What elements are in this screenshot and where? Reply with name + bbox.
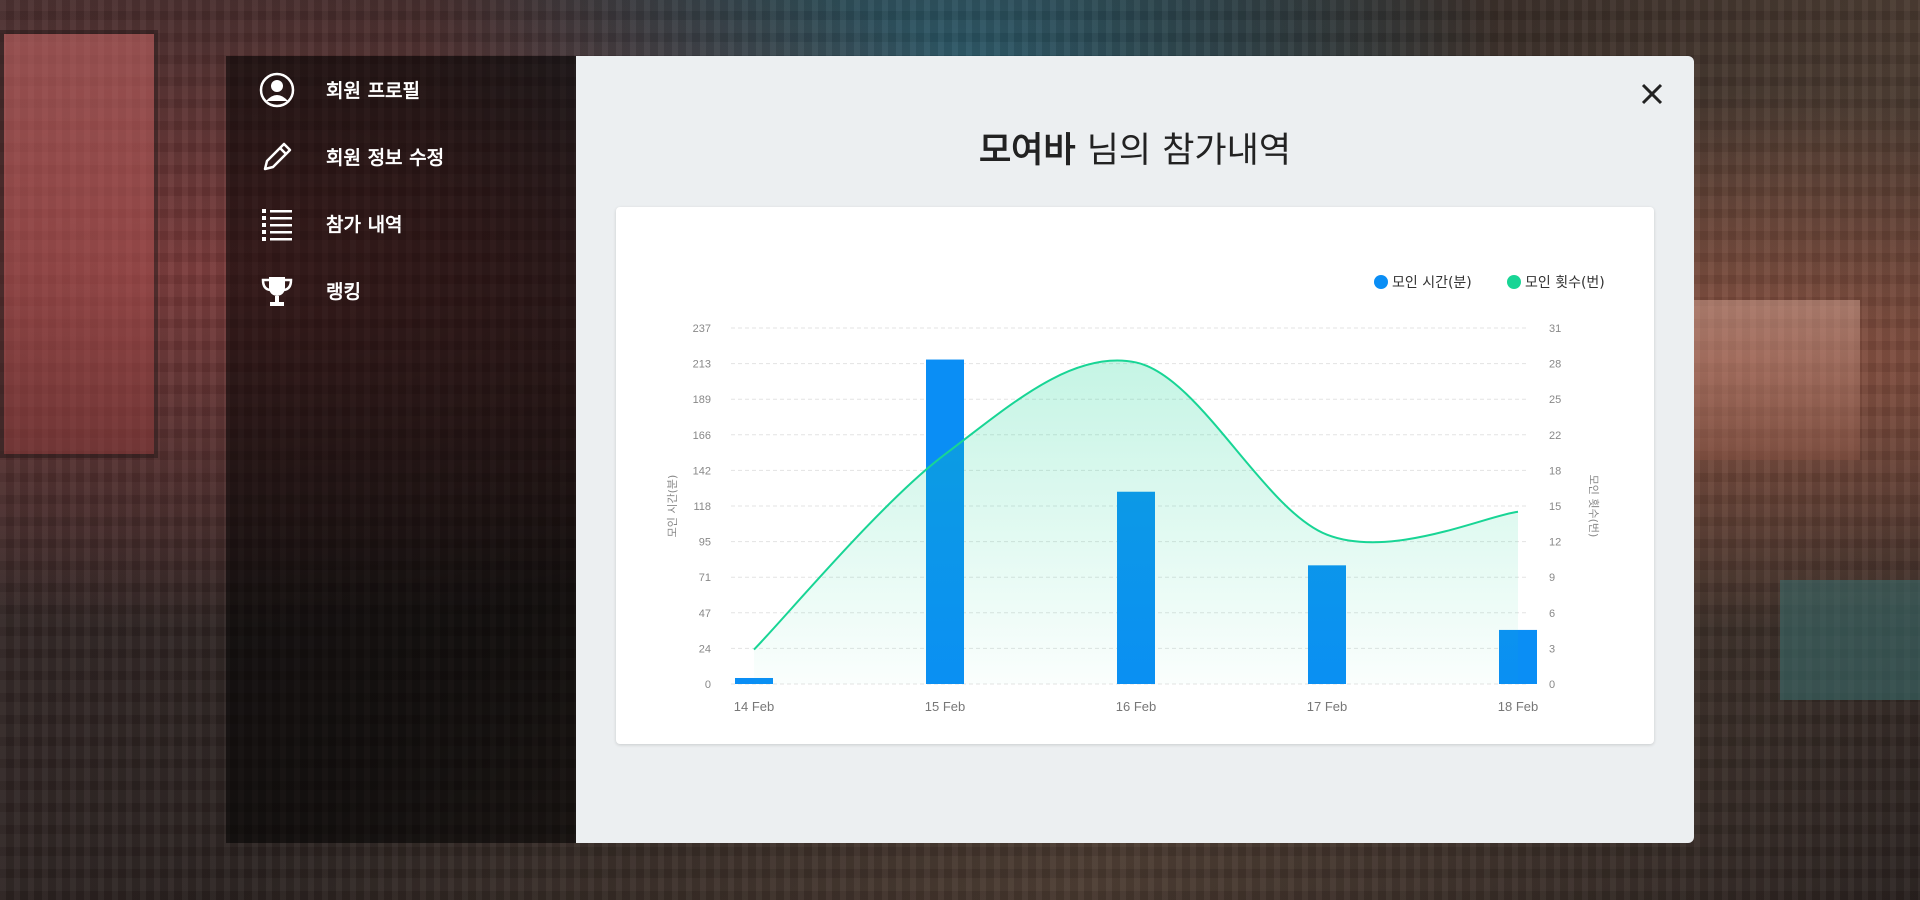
sidebar-item-edit-info[interactable]: 회원 정보 수정 <box>226 123 576 190</box>
participation-modal: 모여바 님의 참가내역 0 24 47 71 95 118 142 166 189 213 237 0… <box>576 56 1694 843</box>
sidebar-item-label: 참가 내역 <box>326 214 403 236</box>
y-right-tick-label: 6 <box>1549 608 1555 620</box>
sidebar-item-label: 회원 프로필 <box>326 80 421 102</box>
close-icon <box>1641 83 1663 105</box>
legend-marker-bar <box>1374 275 1388 289</box>
page-title: 모여바 님의 참가내역 <box>576 122 1694 173</box>
user-name: 모여바 <box>978 131 1076 171</box>
y-left-tick-label: 0 <box>705 679 711 691</box>
sidebar-item-ranking[interactable]: 랭킹 <box>226 257 576 324</box>
y-right-tick-label: 12 <box>1549 537 1561 549</box>
legend-label: 모인 횟수(번) <box>1525 275 1605 291</box>
y-left-tick-label: 213 <box>693 359 711 371</box>
y-right-tick-label: 28 <box>1549 359 1561 371</box>
y-right-tick-label: 18 <box>1549 465 1561 477</box>
close-button[interactable] <box>1634 76 1670 112</box>
sidebar-item-label: 랭킹 <box>326 281 361 303</box>
y-right-tick-label: 31 <box>1549 323 1561 335</box>
y-left-tick-label: 118 <box>693 501 711 513</box>
y-right-axis-title: 모인 횟수(번) <box>1587 475 1600 538</box>
x-tick-label: 15 Feb <box>925 699 965 714</box>
sidebar: 회원 프로필 회원 정보 수정 참가 내역 랭킹 <box>226 56 576 843</box>
pencil-icon <box>258 138 296 176</box>
legend-label: 모인 시간(분) <box>1392 275 1472 291</box>
y-left-tick-label: 237 <box>693 323 711 335</box>
y-right-tick-label: 15 <box>1549 501 1561 513</box>
x-tick-label: 17 Feb <box>1307 699 1347 714</box>
y-left-tick-label: 47 <box>699 608 711 620</box>
y-right-tick-label: 25 <box>1549 394 1561 406</box>
y-right-tick-label: 0 <box>1549 679 1555 691</box>
participation-chart: 0 24 47 71 95 118 142 166 189 213 237 0 3 6 9 12 15 18 22 2… <box>666 275 1605 714</box>
y-right-tick-label: 3 <box>1549 643 1555 655</box>
x-tick-label: 14 Feb <box>734 699 774 714</box>
x-tick-label: 18 Feb <box>1498 699 1538 714</box>
sidebar-item-participation[interactable]: 참가 내역 <box>226 190 576 257</box>
legend-marker-line <box>1507 275 1521 289</box>
y-left-tick-label: 71 <box>699 572 711 584</box>
list-icon <box>258 205 296 243</box>
x-tick-label: 16 Feb <box>1116 699 1156 714</box>
user-circle-icon <box>258 71 296 109</box>
trophy-icon <box>258 272 296 310</box>
y-left-tick-label: 142 <box>693 465 711 477</box>
y-left-tick-label: 166 <box>693 430 711 442</box>
y-right-tick-label: 9 <box>1549 572 1555 584</box>
y-left-tick-label: 189 <box>693 394 711 406</box>
y-left-tick-label: 95 <box>699 537 711 549</box>
sidebar-item-profile[interactable]: 회원 프로필 <box>226 56 576 123</box>
y-left-tick-label: 24 <box>699 643 711 655</box>
chart-card: 0 24 47 71 95 118 142 166 189 213 237 0 3 6 9 12 15 18 22 2… <box>616 207 1654 744</box>
background-sign-right-lower <box>1780 580 1920 700</box>
title-suffix: 님의 참가내역 <box>1075 131 1292 171</box>
y-right-tick-label: 22 <box>1549 430 1561 442</box>
background-sign-right <box>1670 300 1860 460</box>
sidebar-item-label: 회원 정보 수정 <box>326 147 445 169</box>
line-area <box>754 360 1518 684</box>
background-sign-left <box>0 30 158 458</box>
y-left-axis-title: 모인 시간(분) <box>666 475 679 538</box>
